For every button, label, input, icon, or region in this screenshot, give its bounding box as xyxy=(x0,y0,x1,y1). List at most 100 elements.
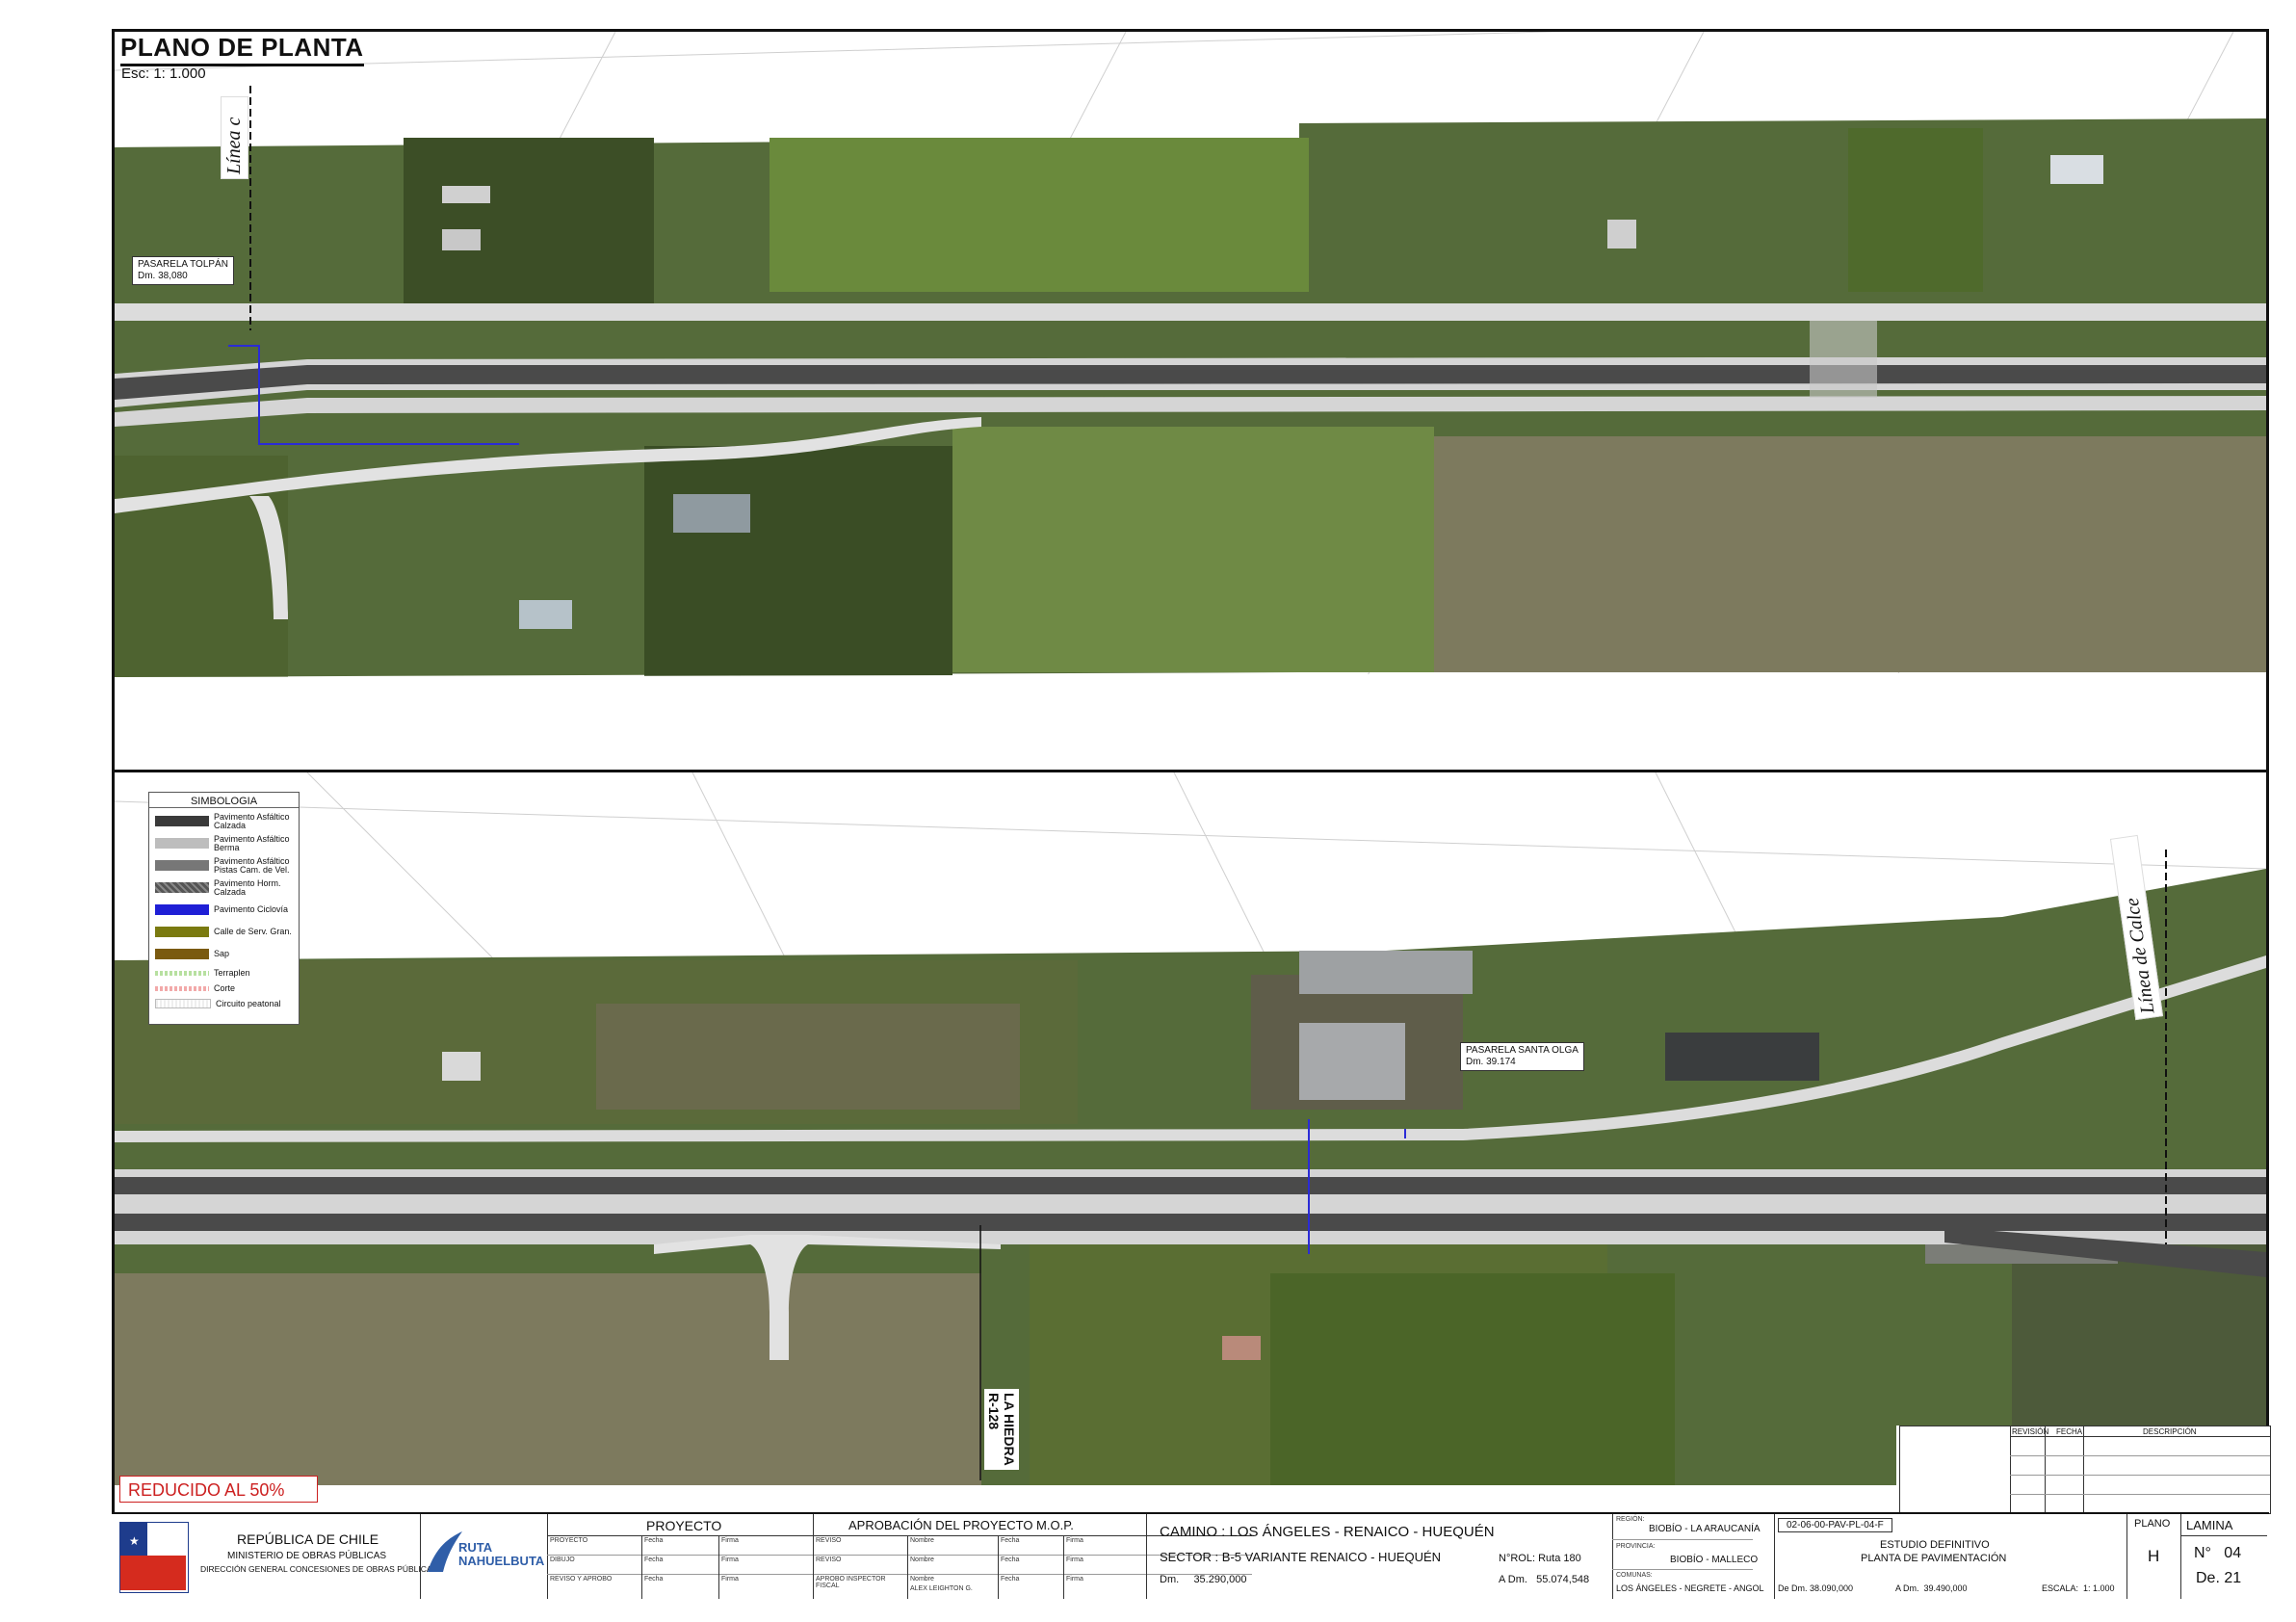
legend-label: Pavimento Horm. Calzada xyxy=(214,877,281,897)
provincia-label: PROVINCIA: xyxy=(1616,1543,1656,1550)
region-label: REGIÓN: xyxy=(1616,1516,1645,1523)
legend-label: Terraplen xyxy=(214,967,250,978)
lamina-label: LAMINA xyxy=(2186,1518,2233,1532)
aprobo-nombre: ALEX LEIGHTON G. xyxy=(910,1585,973,1592)
fecha-col: Fecha xyxy=(644,1537,664,1544)
legend-swatch xyxy=(155,860,209,871)
fecha-col: Fecha xyxy=(644,1576,664,1583)
legend-label: Pavimento Asfáltico Berma xyxy=(214,833,290,852)
ministry-text: MINISTERIO DE OBRAS PÚBLICAS xyxy=(227,1551,387,1561)
fecha-col: Fecha xyxy=(1001,1537,1020,1544)
legend-item: Corte xyxy=(149,981,299,996)
legend-swatch xyxy=(155,970,209,976)
firma-col: Firma xyxy=(721,1537,739,1544)
legend: SIMBOLOGIA Pavimento Asfáltico Calzada P… xyxy=(148,792,300,1025)
top-plan-panel xyxy=(115,32,2266,770)
fecha-col: FECHA xyxy=(2056,1427,2083,1436)
firma-col: Firma xyxy=(1066,1557,1083,1563)
plano-label: PLANO xyxy=(2134,1518,2171,1530)
legend-item: Terraplen xyxy=(149,965,299,981)
pasarela-santa-olga-name: PASARELA SANTA OLGA xyxy=(1466,1045,1578,1056)
a-dm-text: A Dm. 39.490,000 xyxy=(1895,1583,1968,1593)
comunas-value: LOS ÁNGELES - NEGRETE - ANGOL xyxy=(1616,1583,1764,1593)
pasarela-santa-olga-label: PASARELA SANTA OLGA Dm. 39.174 xyxy=(1460,1042,1584,1071)
page-title: PLANO DE PLANTA xyxy=(120,33,364,66)
legend-swatch xyxy=(155,999,211,1008)
legend-item: Calle de Serv. Gran. xyxy=(149,921,299,943)
firma-col: Firma xyxy=(721,1557,739,1563)
lamina-number: N° 04 xyxy=(2194,1545,2242,1561)
row-reviso: REVISO xyxy=(816,1557,842,1563)
legend-label: Sap xyxy=(214,949,230,958)
adm-text: A Dm. 55.074,548 xyxy=(1499,1574,1590,1585)
legend-swatch xyxy=(155,838,209,849)
title-block: ★ REPÚBLICA DE CHILE MINISTERIO DE OBRAS… xyxy=(112,1512,2269,1599)
scale-label: Esc: 1: 1.000 xyxy=(121,65,206,82)
fecha-col: Fecha xyxy=(644,1557,664,1563)
la-hiedra-road-label: LA HIEDRA R-128 xyxy=(984,1389,1019,1470)
logo-text: RUTA NAHUELBUTA xyxy=(458,1540,545,1568)
row-dibujo: DIBUJO xyxy=(550,1557,575,1563)
legend-swatch xyxy=(155,927,209,937)
row-reviso: REVISO xyxy=(816,1537,842,1544)
row-aprobo: APROBO INSPECTOR FISCAL xyxy=(816,1576,886,1589)
pasarela-tolpan-label: PASARELA TOLPÁN Dm. 38,080 xyxy=(132,256,234,285)
revision-table: REVISIÓN FECHA DESCRIPCIÓN xyxy=(1899,1426,2271,1514)
legend-label: Pavimento Asfáltico Calzada xyxy=(214,811,290,830)
nrol-text: N°ROL: Ruta 180 xyxy=(1499,1553,1581,1564)
legend-item: Pavimento Asfáltico Calzada xyxy=(149,810,299,832)
provincia-value: BIOBÍO - MALLECO xyxy=(1670,1555,1759,1565)
comunas-label: COMUNAS: xyxy=(1616,1572,1653,1579)
firma-col: Firma xyxy=(721,1576,739,1583)
legend-item: Pavimento Horm. Calzada xyxy=(149,876,299,899)
fecha-col: Fecha xyxy=(1001,1557,1020,1563)
de-dm-text: De Dm. 38.090,000 xyxy=(1778,1583,1854,1593)
legend-swatch xyxy=(155,882,209,893)
nombre-col: Nombre xyxy=(910,1576,934,1583)
legend-item: Pavimento Asfáltico Pistas Cam. de Vel. xyxy=(149,854,299,876)
legend-label: Pavimento Asfáltico Pistas Cam. de Vel. xyxy=(214,855,290,875)
legend-item: Pavimento Ciclovía xyxy=(149,899,299,921)
pasarela-tolpan-name: PASARELA TOLPÁN xyxy=(138,259,228,270)
legend-label: Corte xyxy=(214,982,236,993)
row-proyecto: PROYECTO xyxy=(550,1537,588,1544)
lamina-total: De. 21 xyxy=(2196,1570,2242,1586)
planta-text: PLANTA DE PAVIMENTACIÓN xyxy=(1861,1553,2007,1564)
republic-text: REPÚBLICA DE CHILE xyxy=(237,1531,379,1547)
proyecto-header: PROYECTO xyxy=(646,1518,722,1533)
descripcion-col: DESCRIPCIÓN xyxy=(2143,1427,2197,1436)
pasarela-santa-olga-dm: Dm. 39.174 xyxy=(1466,1057,1516,1067)
panel-divider xyxy=(112,770,2269,772)
nombre-col: Nombre xyxy=(910,1537,934,1544)
pasarela-tolpan-dm: Dm. 38,080 xyxy=(138,271,188,281)
legend-swatch xyxy=(155,904,209,915)
firma-col: Firma xyxy=(1066,1537,1083,1544)
bottom-plan-panel xyxy=(115,772,2266,1485)
legend-label: Circuito peatonal xyxy=(216,998,281,1008)
region-value: BIOBÍO - LA ARAUCANÍA xyxy=(1649,1524,1761,1534)
legend-item: Circuito peatonal xyxy=(149,996,299,1011)
sector-text: SECTOR : B-5 VARIANTE RENAICO - HUEQUÉN xyxy=(1160,1550,1442,1564)
legend-swatch xyxy=(155,816,209,826)
legend-label: Pavimento Ciclovía xyxy=(214,904,289,914)
legend-label: Calle de Serv. Gran. xyxy=(214,927,292,936)
dm-text: Dm. 35.290,000 xyxy=(1160,1574,1247,1585)
star-icon: ★ xyxy=(129,1534,140,1548)
road-name: LA HIEDRA R-128 xyxy=(986,1393,1017,1466)
camino-text: CAMINO : LOS ÁNGELES - RENAICO - HUEQUÉN xyxy=(1160,1524,1495,1540)
firma-col: Firma xyxy=(1066,1576,1083,1583)
row-reviso-aprobo: REVISO Y APROBO xyxy=(550,1576,613,1583)
legend-item: Pavimento Asfáltico Berma xyxy=(149,832,299,854)
ruta-nahuelbuta-logo: RUTA NAHUELBUTA xyxy=(426,1524,546,1582)
fecha-col: Fecha xyxy=(1001,1576,1020,1583)
nombre-col: Nombre xyxy=(910,1557,934,1563)
legend-swatch xyxy=(155,949,209,959)
plan-code: 02-06-00-PAV-PL-04-F xyxy=(1778,1518,1892,1532)
legend-title: SIMBOLOGIA xyxy=(149,796,299,808)
estudio-text: ESTUDIO DEFINITIVO xyxy=(1880,1539,1990,1551)
legend-item: Sap xyxy=(149,943,299,965)
mop-logo: ★ xyxy=(119,1522,189,1593)
legend-swatch xyxy=(155,985,209,991)
linea-calce-top-label: Línea c xyxy=(221,96,248,179)
reducido-stamp: REDUCIDO AL 50% xyxy=(119,1476,318,1503)
